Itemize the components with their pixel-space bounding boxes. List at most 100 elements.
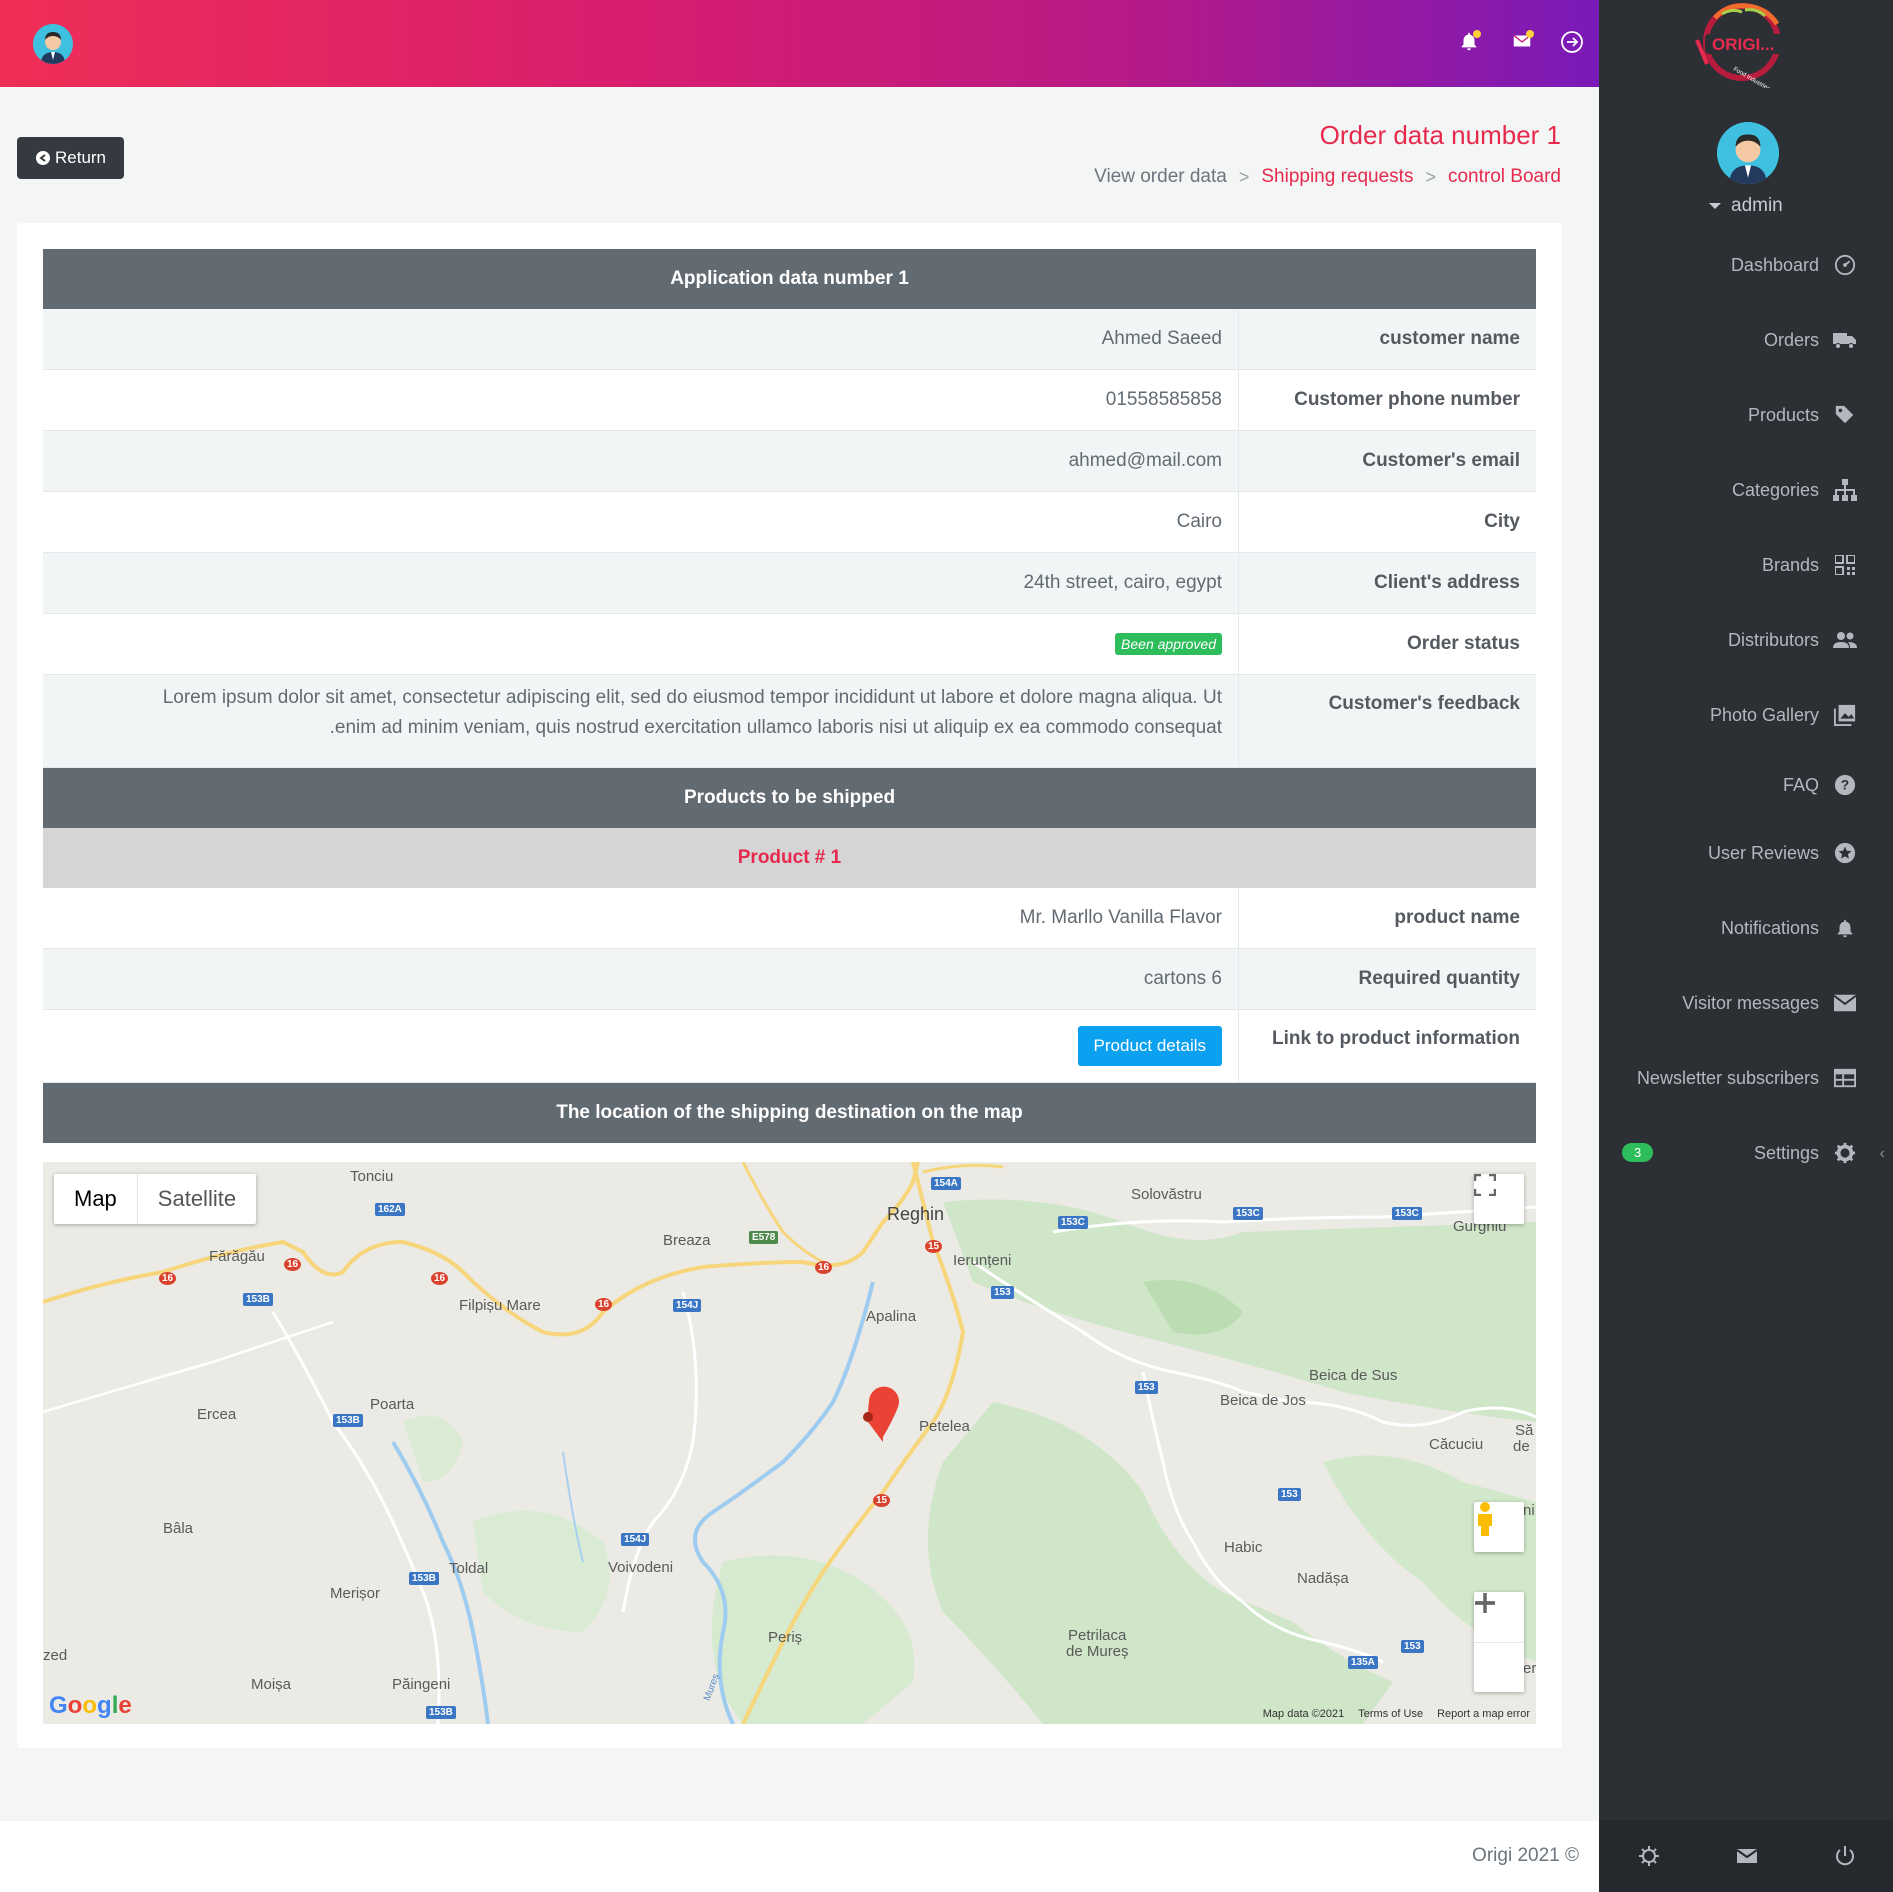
order-status-cell: Been approved xyxy=(43,614,1239,674)
map-place: Apalina xyxy=(866,1308,917,1325)
road-shield: 153 xyxy=(1278,1488,1301,1501)
customer-phone-label: Customer phone number xyxy=(1294,389,1520,410)
tags-icon xyxy=(1833,403,1857,427)
breadcrumb-shipping-requests[interactable]: Shipping requests xyxy=(1261,166,1413,188)
road-shield: 162A xyxy=(375,1203,405,1216)
road-shield: 154J xyxy=(621,1533,650,1546)
map-place: Să xyxy=(1515,1422,1534,1439)
sidebar-item-label: Visitor messages xyxy=(1682,992,1819,1013)
map-place: Ierunțeni xyxy=(953,1252,1012,1269)
map-type-control: Map Satellite xyxy=(54,1174,257,1224)
street-view-button[interactable] xyxy=(1474,1502,1524,1552)
customer-phone-value: 01558585858 xyxy=(43,370,1239,430)
road-shield: 153C xyxy=(1058,1216,1088,1229)
gear-icon xyxy=(1833,1141,1857,1165)
sidebar-item-orders[interactable]: Orders xyxy=(1764,325,1857,355)
username: admin xyxy=(1731,195,1783,216)
report-map-error-link[interactable]: Report a map error xyxy=(1437,1708,1530,1720)
road-shield: 15 xyxy=(925,1240,943,1253)
return-arrow-icon xyxy=(35,151,50,165)
map-place: Merișor xyxy=(330,1585,381,1602)
logo-text: ORIGI... xyxy=(1712,35,1774,54)
breadcrumb-separator: > xyxy=(1238,166,1250,187)
customer-feedback-value: Lorem ipsum dolor sit amet, consectetur … xyxy=(43,675,1239,767)
sidebar: ORIGI... Food Industries admin Dashboard… xyxy=(1599,0,1893,1892)
sidebar-item-user-reviews[interactable]: User Reviews xyxy=(1708,838,1857,868)
table-row: Product details Link to product informat… xyxy=(43,1010,1536,1083)
return-label: Return xyxy=(54,148,107,167)
order-details-table: Application data number 1 Ahmed Saeed cu… xyxy=(43,249,1536,1143)
sidebar-item-photo-gallery[interactable]: Photo Gallery xyxy=(1710,700,1857,730)
map-place: Beica de Jos xyxy=(1220,1392,1306,1409)
customer-feedback-label: Customer's feedback xyxy=(1328,693,1520,714)
sidebar-item-faq[interactable]: FAQ ? xyxy=(1783,770,1857,800)
sidebar-item-label: Photo Gallery xyxy=(1709,704,1819,725)
terms-of-use-link[interactable]: Terms of Use xyxy=(1358,1708,1423,1720)
copyright-text: Origi 2021 © xyxy=(1472,1845,1579,1866)
settings-gear-icon[interactable] xyxy=(1637,1844,1663,1870)
customer-name-label: customer name xyxy=(1379,328,1520,349)
chevron-left-icon[interactable]: ‹ xyxy=(1880,1145,1885,1163)
return-button[interactable]: Return xyxy=(17,137,124,179)
google-logo: Google xyxy=(49,1692,132,1719)
mail-icon[interactable] xyxy=(1735,1844,1761,1870)
map-place: Beica de Sus xyxy=(1309,1367,1398,1384)
fullscreen-icon xyxy=(1474,1174,1496,1196)
road-shield: 16 xyxy=(595,1298,613,1311)
bell-icon xyxy=(1833,916,1857,940)
client-address-value: 24th street, cairo, egypt xyxy=(43,553,1239,613)
road-shield: 153B xyxy=(333,1414,363,1427)
sidebar-item-visitor-messages[interactable]: Visitor messages xyxy=(1682,988,1857,1018)
quantity-value: cartons 6 xyxy=(43,949,1239,1009)
road-shield: E578 xyxy=(749,1231,779,1244)
sidebar-item-dashboard[interactable]: Dashboard xyxy=(1731,250,1857,280)
sidebar-item-settings[interactable]: Settings xyxy=(1754,1138,1857,1168)
zoom-out-button[interactable] xyxy=(1474,1601,1524,1693)
truck-icon xyxy=(1833,328,1857,352)
road-shield: 153 xyxy=(1401,1640,1424,1653)
logout-icon[interactable] xyxy=(1560,30,1586,56)
fullscreen-button[interactable] xyxy=(1474,1174,1524,1224)
sitemap-icon xyxy=(1833,478,1857,502)
table-row: Mr. Marllo Vanilla Flavor product name xyxy=(43,888,1536,949)
qrcode-icon xyxy=(1833,553,1857,577)
users-icon xyxy=(1833,628,1857,652)
road-shield: 15 xyxy=(873,1494,891,1507)
user-menu[interactable]: admin xyxy=(1709,195,1783,217)
sidebar-item-newsletter-subscribers[interactable]: Newsletter subscribers xyxy=(1637,1063,1857,1093)
images-icon xyxy=(1833,703,1857,727)
table-row: 24th street, cairo, egypt Client's addre… xyxy=(43,553,1536,614)
sidebar-item-distributors[interactable]: Distributors xyxy=(1728,625,1857,655)
sidebar-item-products[interactable]: Products xyxy=(1748,400,1857,430)
breadcrumb-control-board[interactable]: control Board xyxy=(1448,166,1561,188)
map-header: The location of the shipping destination… xyxy=(43,1083,1536,1143)
map-place: Filpișu Mare xyxy=(459,1297,541,1314)
map-place: Habic xyxy=(1224,1539,1263,1556)
map-place: Moișa xyxy=(251,1676,292,1693)
table-row: Ahmed Saeed customer name xyxy=(43,309,1536,370)
breadcrumb: View order data > Shipping requests > co… xyxy=(1094,166,1561,188)
road-shield: 153C xyxy=(1233,1207,1263,1220)
product-details-button[interactable]: Product details xyxy=(1077,1026,1222,1066)
shipping-map[interactable]: Tonciu Reghin Solovăstru Gurghiu Breaza … xyxy=(43,1162,1536,1724)
map-place: Păingeni xyxy=(392,1676,451,1693)
map-type-satellite-button[interactable]: Satellite xyxy=(138,1174,256,1224)
notification-dot xyxy=(1473,30,1481,38)
map-place: Toldal xyxy=(449,1560,489,1577)
sidebar-item-label: Notifications xyxy=(1720,917,1819,938)
sidebar-avatar[interactable] xyxy=(1717,122,1779,184)
sidebar-item-brands[interactable]: Brands xyxy=(1762,550,1857,580)
map-place: Fărăgău xyxy=(209,1248,265,1265)
sidebar-item-notifications[interactable]: Notifications xyxy=(1721,913,1857,943)
brand-logo[interactable]: ORIGI... Food Industries xyxy=(1687,0,1812,92)
road-shield: 153B xyxy=(243,1293,273,1306)
header-avatar[interactable] xyxy=(33,24,73,64)
sidebar-item-categories[interactable]: Categories xyxy=(1732,475,1857,505)
product-link-label: Link to product information xyxy=(1271,1028,1520,1049)
map-type-map-button[interactable]: Map xyxy=(54,1174,138,1224)
map-data-attribution: Map data ©2021 xyxy=(1262,1708,1345,1720)
map-place: zed xyxy=(43,1647,68,1664)
feedback-line-2: .enim ad minim veniam, quis nostrud exer… xyxy=(329,717,1222,738)
power-icon[interactable] xyxy=(1833,1844,1859,1870)
star-icon xyxy=(1833,841,1857,865)
